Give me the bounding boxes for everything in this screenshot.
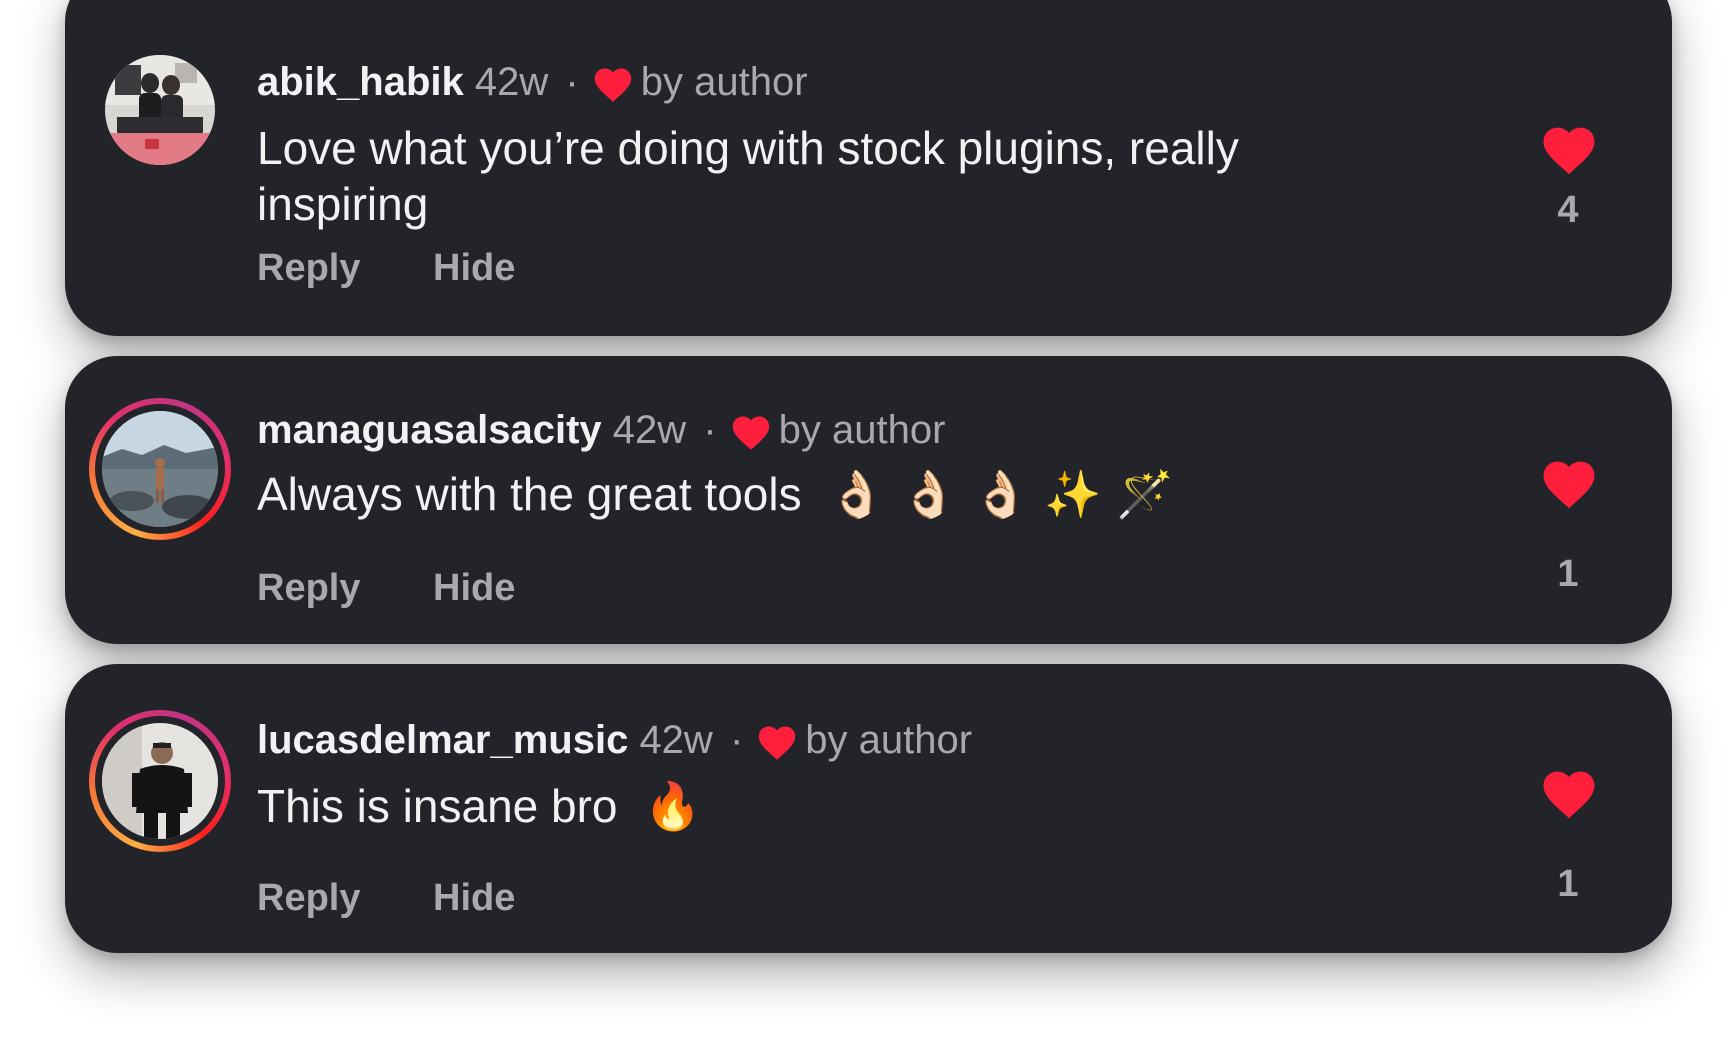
username-link[interactable]: abik_habik [257,60,464,104]
meta-separator: · [703,408,717,452]
comment-card: abik_habik 42w · by author Love what you’… [65,0,1672,336]
reply-button[interactable]: Reply [257,246,360,290]
meta-separator: · [729,718,744,762]
avatar[interactable] [102,723,218,839]
like-button[interactable] [1538,454,1600,510]
heart-icon [729,411,773,451]
profile-photo-icon [102,411,218,527]
comment-age: 42w [474,60,549,104]
comment-card: lucasdelmar_music 42w · by author This is… [65,664,1672,953]
comment-meta: managuasalsacity 42w · by author [257,406,945,454]
like-count: 1 [1557,553,1579,595]
profile-photo-icon [102,723,218,839]
heart-icon [591,63,635,103]
like-count: 1 [1557,863,1579,905]
profile-photo-icon [105,55,215,165]
avatar[interactable] [102,411,218,527]
emoji-group: 👌🏻 👌🏻 👌🏻 ✨ 🪄 [828,467,1174,521]
comment-meta: lucasdelmar_music 42w · by author [257,716,972,764]
comment-actions: Reply Hide [257,246,515,290]
comment-text: Love what you’re doing with stock plugin… [257,120,1387,232]
comment-meta: abik_habik 42w · by author [257,58,808,106]
comment-text: Always with the great tools 👌🏻 👌🏻 👌🏻 ✨ 🪄 [257,466,1387,522]
reply-button[interactable]: Reply [257,876,360,920]
heart-icon [755,721,799,761]
meta-separator: · [565,60,579,104]
comment-card: managuasalsacity 42w · by author Always w… [65,356,1672,644]
heart-icon [1543,127,1595,175]
heart-icon [1543,771,1595,819]
like-count: 4 [1557,189,1579,231]
comment-actions: Reply Hide [257,566,515,610]
comment-body: This is insane bro [257,780,618,832]
comment-body: Love what you’re doing with stock plugin… [257,122,1239,230]
reply-button[interactable]: Reply [257,566,360,610]
hide-button[interactable]: Hide [433,876,515,920]
comment-body: Always with the great tools [257,468,802,520]
comment-age: 42w [639,718,713,762]
username-link[interactable]: lucasdelmar_music [257,718,628,762]
like-button[interactable] [1538,120,1600,176]
comment-text: This is insane bro 🔥 [257,778,1387,834]
liked-by-author-label: by author [640,60,808,104]
comment-actions: Reply Hide [257,876,515,920]
hide-button[interactable]: Hide [433,566,515,610]
avatar[interactable] [105,55,215,165]
username-link[interactable]: managuasalsacity [257,408,602,452]
like-button[interactable] [1538,764,1600,820]
fire-emoji: 🔥 [644,779,702,833]
liked-by-author-label: by author [805,718,973,762]
heart-icon [1543,461,1595,509]
liked-by-author-label: by author [778,408,946,452]
hide-button[interactable]: Hide [433,246,515,290]
comment-age: 42w [612,408,687,452]
